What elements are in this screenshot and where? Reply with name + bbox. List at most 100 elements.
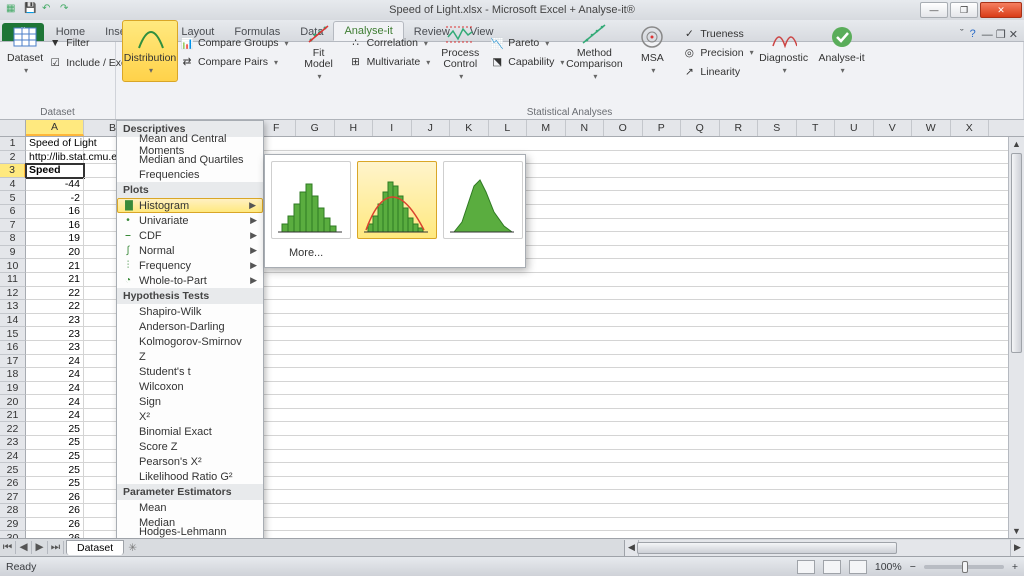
cell[interactable]: 16: [26, 205, 84, 219]
dropdown-item-histogram[interactable]: ▇Histogram▶: [117, 198, 263, 213]
ribbon-minimize-icon[interactable]: ˇ: [960, 28, 964, 41]
row-header[interactable]: 2: [0, 151, 26, 165]
col-header-P[interactable]: P: [643, 120, 682, 136]
row-header[interactable]: 1: [0, 137, 26, 151]
cell[interactable]: [142, 341, 1024, 355]
cell[interactable]: [142, 450, 1024, 464]
sheet-nav-next-icon[interactable]: ▶: [32, 541, 48, 554]
sheet-nav-prev-icon[interactable]: ◀: [16, 541, 32, 554]
cell[interactable]: [142, 422, 1024, 436]
col-header-Q[interactable]: Q: [681, 120, 720, 136]
zoom-slider[interactable]: [924, 565, 1004, 569]
col-header-G[interactable]: G: [296, 120, 335, 136]
sheet-nav-first-icon[interactable]: ⏮: [0, 541, 16, 554]
row-header[interactable]: 11: [0, 273, 26, 287]
cell[interactable]: [142, 463, 1024, 477]
cell[interactable]: [142, 273, 1024, 287]
multivariate-button[interactable]: ⊞Multivariate▾: [349, 53, 431, 71]
hscroll-right-icon[interactable]: ▶: [1010, 540, 1024, 556]
precision-button[interactable]: ◎Precision▾: [682, 44, 753, 62]
cell[interactable]: [142, 355, 1024, 369]
row-header[interactable]: 6: [0, 205, 26, 219]
col-header-R[interactable]: R: [720, 120, 759, 136]
msa-button[interactable]: MSA▾: [624, 20, 680, 82]
dataset-button[interactable]: Dataset ▾: [6, 20, 44, 82]
row-header[interactable]: 15: [0, 327, 26, 341]
distribution-button[interactable]: Distribution ▾: [122, 20, 178, 82]
dropdown-item-kolmogorov-smirnov[interactable]: Kolmogorov-Smirnov: [117, 334, 263, 349]
diagnostic-button[interactable]: Diagnostic▾: [756, 20, 812, 82]
horizontal-scrollbar[interactable]: ◀ ▶: [624, 540, 1024, 556]
dropdown-item-binomial-exact[interactable]: Binomial Exact: [117, 424, 263, 439]
row-header[interactable]: 3: [0, 164, 26, 178]
cell[interactable]: 24: [26, 355, 84, 369]
row-header[interactable]: 16: [0, 341, 26, 355]
row-header[interactable]: 25: [0, 463, 26, 477]
cell[interactable]: -2: [26, 191, 84, 205]
col-header-S[interactable]: S: [758, 120, 797, 136]
row-header[interactable]: 13: [0, 300, 26, 314]
dropdown-item-sign[interactable]: Sign: [117, 394, 263, 409]
capability-button[interactable]: ⬔Capability▾: [490, 53, 564, 71]
cell[interactable]: 25: [26, 422, 84, 436]
cell[interactable]: 24: [26, 409, 84, 423]
dropdown-item-shapiro-wilk[interactable]: Shapiro-Wilk: [117, 304, 263, 319]
dropdown-item-mean-and-central-moments[interactable]: Mean and Central Moments: [117, 137, 263, 152]
cell[interactable]: Speed: [26, 164, 84, 178]
dropdown-item-normal[interactable]: ∫Normal▶: [117, 243, 263, 258]
cell[interactable]: 22: [26, 300, 84, 314]
row-header[interactable]: 9: [0, 246, 26, 260]
sheet-tab-dataset[interactable]: Dataset: [66, 540, 124, 555]
cell[interactable]: [142, 314, 1024, 328]
row-header[interactable]: 29: [0, 518, 26, 532]
row-header[interactable]: 23: [0, 436, 26, 450]
compare-pairs-button[interactable]: ⇄Compare Pairs▾: [180, 53, 289, 71]
dropdown-item-median-and-quartiles[interactable]: Median and Quartiles: [117, 152, 263, 167]
dropdown-item-whole-to-part[interactable]: ◔Whole-to-Part▶: [117, 273, 263, 288]
row-header[interactable]: 20: [0, 395, 26, 409]
process-control-button[interactable]: Process Control▾: [432, 20, 488, 82]
dropdown-item-hodges-lehmann-pseudo-median[interactable]: Hodges-Lehmann Pseudo-Median: [117, 530, 263, 538]
cell[interactable]: 24: [26, 395, 84, 409]
col-header-A[interactable]: A: [26, 120, 84, 136]
row-header[interactable]: 12: [0, 287, 26, 301]
col-header-J[interactable]: J: [412, 120, 451, 136]
dropdown-item-z[interactable]: Z: [117, 349, 263, 364]
row-header[interactable]: 24: [0, 450, 26, 464]
method-comparison-button[interactable]: Method Comparison▾: [566, 20, 622, 82]
row-header[interactable]: 21: [0, 409, 26, 423]
dropdown-item-frequency[interactable]: ⫶Frequency▶: [117, 258, 263, 273]
cell[interactable]: 23: [26, 327, 84, 341]
col-header-V[interactable]: V: [874, 120, 913, 136]
cell[interactable]: 23: [26, 314, 84, 328]
cell[interactable]: 16: [26, 219, 84, 233]
cell[interactable]: [142, 531, 1024, 538]
analyseit-button[interactable]: Analyse-it▾: [814, 20, 870, 82]
fit-model-button[interactable]: Fit Model▾: [291, 20, 347, 82]
cell[interactable]: 26: [26, 504, 84, 518]
dropdown-item-student-s-t[interactable]: Student's t: [117, 364, 263, 379]
scroll-up-icon[interactable]: ▲: [1009, 137, 1024, 151]
zoom-in-button[interactable]: +: [1012, 561, 1018, 573]
col-header-I[interactable]: I: [373, 120, 412, 136]
col-header-T[interactable]: T: [797, 120, 836, 136]
scroll-down-icon[interactable]: ▼: [1009, 524, 1024, 538]
cell[interactable]: [142, 409, 1024, 423]
col-header-L[interactable]: L: [489, 120, 528, 136]
row-header[interactable]: 27: [0, 490, 26, 504]
row-header[interactable]: 14: [0, 314, 26, 328]
col-header-H[interactable]: H: [335, 120, 374, 136]
zoom-level[interactable]: 100%: [875, 561, 902, 573]
cell[interactable]: 21: [26, 259, 84, 273]
cell[interactable]: 23: [26, 341, 84, 355]
cell[interactable]: [142, 300, 1024, 314]
cell[interactable]: 20: [26, 246, 84, 260]
dropdown-item-frequencies[interactable]: Frequencies: [117, 167, 263, 182]
linearity-button[interactable]: ↗Linearity: [682, 63, 753, 81]
col-header-K[interactable]: K: [450, 120, 489, 136]
cell[interactable]: Speed of Light: [26, 137, 84, 151]
dropdown-item-wilcoxon[interactable]: Wilcoxon: [117, 379, 263, 394]
cell[interactable]: 24: [26, 382, 84, 396]
histogram-option-1[interactable]: [271, 161, 351, 239]
histogram-option-3[interactable]: [443, 161, 523, 239]
